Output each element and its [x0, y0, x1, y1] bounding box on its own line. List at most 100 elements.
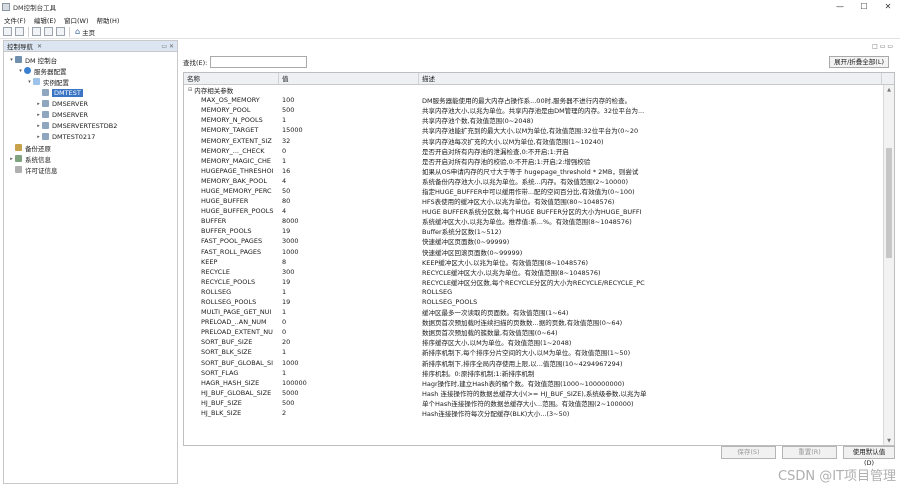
- cell-value[interactable]: 100: [279, 96, 419, 104]
- table-row[interactable]: SORT_FLAG 1 排序机制。0:原排序机制;1:新排序机制: [184, 368, 894, 378]
- table-row[interactable]: RECYCLE_POOLS 19 RECYCLE缓冲区分区数,每个RECYCLE分区…: [184, 277, 894, 287]
- table-row[interactable]: FAST_ROLL_PAGES 1000 快速缓冲区回滚页面数(0~99999): [184, 247, 894, 257]
- chevron-right-icon[interactable]: ▸: [35, 134, 42, 140]
- table-row[interactable]: SORT_BUF_GLOBAL_SI 1000 新排序机制下,排序全局内存使用上限,…: [184, 358, 894, 368]
- tree-item-dmtest0217[interactable]: ▸ DMTEST0217: [4, 131, 177, 142]
- table-row[interactable]: HJ_BLK_SIZE 2 Hash连接操作符每次分配缓存(BLK)大小...(3~…: [184, 408, 894, 418]
- table-row[interactable]: MEMORY_MAGIC_CHE 1 是否开启对所有内存池的校验,0:不开启;1:开…: [184, 156, 894, 166]
- cell-value[interactable]: 16: [279, 167, 419, 175]
- tree-item-dmservertestdb2[interactable]: ▸ DMSERVERTESTDB2: [4, 120, 177, 131]
- column-header-value[interactable]: 值: [279, 73, 419, 84]
- table-row[interactable]: ROLLSEG_POOLS 19 ROLLSEG_POOLS: [184, 297, 894, 307]
- chevron-right-icon[interactable]: ▸: [35, 123, 42, 129]
- tree-item-backup[interactable]: 备份还原: [4, 142, 177, 153]
- tree-item-sysinfo[interactable]: ▸ 系统信息: [4, 153, 177, 164]
- cell-value[interactable]: 8000: [279, 217, 419, 225]
- table-row[interactable]: HUGEPAGE_THRESHOI 16 如果从OS申请内存的尺寸大于等于 huge…: [184, 166, 894, 176]
- collapse-icon[interactable]: ⊟: [188, 87, 192, 93]
- table-row[interactable]: PRELOAD_..AN_NUM 0 数据页首次预加载时连续扫描的页数数...据的页…: [184, 317, 894, 327]
- cell-value[interactable]: 19: [279, 298, 419, 306]
- scroll-up-icon[interactable]: ▲: [884, 85, 894, 95]
- table-row[interactable]: HJ_BUF_SIZE 500 单个Hash连接操作符的数据总缓存大小...范围。有…: [184, 398, 894, 408]
- cell-value[interactable]: 1: [279, 157, 419, 165]
- tree-item-dmserver[interactable]: ▸ DMSERVER: [4, 98, 177, 109]
- table-row[interactable]: SORT_BLK_SIZE 1 新排序机制下,每个排序分片空间的大小,以M为单位。有…: [184, 347, 894, 357]
- table-row[interactable]: HAGR_HASH_SIZE 100000 Hagr操作时,建立Hash表的桶个数。…: [184, 378, 894, 388]
- save-all-icon[interactable]: [15, 27, 24, 36]
- search-input[interactable]: [210, 55, 308, 68]
- cell-value[interactable]: 1: [279, 116, 419, 124]
- cell-value[interactable]: 500: [279, 106, 419, 114]
- table-row[interactable]: HUGE_BUFFER_POOLS 4 HUGE BUFFER系统分区数,每个HUG…: [184, 206, 894, 216]
- cell-value[interactable]: 80: [279, 197, 419, 205]
- chevron-right-icon[interactable]: ▸: [35, 112, 42, 118]
- use-default-button[interactable]: 使用默认值(D): [843, 446, 895, 467]
- cell-value[interactable]: 1: [279, 369, 419, 377]
- save-button[interactable]: 保存(S): [721, 446, 776, 459]
- table-row[interactable]: BUFFER 8000 系统缓冲区大小,以兆为单位。推荐值:系...%。有效值范围(…: [184, 216, 894, 226]
- cell-value[interactable]: 32: [279, 137, 419, 145]
- save-icon[interactable]: [3, 27, 12, 36]
- cell-value[interactable]: 2: [279, 409, 419, 417]
- cell-value[interactable]: 1: [279, 348, 419, 356]
- home-icon[interactable]: ⌂: [75, 27, 80, 36]
- cell-value[interactable]: 1: [279, 308, 419, 316]
- back-icon[interactable]: [32, 27, 41, 36]
- cell-value[interactable]: 3000: [279, 237, 419, 245]
- cell-value[interactable]: 300: [279, 268, 419, 276]
- cell-value[interactable]: 50: [279, 187, 419, 195]
- table-row[interactable]: PRELOAD_EXTENT_NU 0 数据页首次预加载的簇数量,有效值范围(0~6…: [184, 327, 894, 337]
- column-header-description[interactable]: 描述: [419, 73, 882, 84]
- cell-value[interactable]: 19: [279, 227, 419, 235]
- cell-value[interactable]: 100000: [279, 379, 419, 387]
- table-row[interactable]: MAX_OS_MEMORY 100 DM服务器能使用的最大内存占操作系...00时,…: [184, 95, 894, 105]
- table-row[interactable]: MEMORY_BAK_POOL 4 系统备份内存池大小,以兆为单位。系统...内存。…: [184, 176, 894, 186]
- cell-value[interactable]: 500: [279, 399, 419, 407]
- maximize-button[interactable]: ☐: [852, 0, 876, 14]
- scroll-thumb[interactable]: [886, 148, 892, 258]
- cell-value[interactable]: 4: [279, 177, 419, 185]
- tab-navigation[interactable]: 控制导航 ✕ ▭ ✕: [4, 41, 177, 52]
- cell-value[interactable]: 1: [279, 288, 419, 296]
- cell-value[interactable]: 4: [279, 207, 419, 215]
- cell-value[interactable]: 0: [279, 147, 419, 155]
- table-row[interactable]: RECYCLE 300 RECYCLE缓冲区大小,以兆为单位。有效值范围(8~104…: [184, 267, 894, 277]
- cell-value[interactable]: 1000: [279, 248, 419, 256]
- group-row[interactable]: ⊟ 内存相关参数: [184, 85, 894, 95]
- chevron-down-icon[interactable]: ▾: [17, 68, 24, 74]
- table-row[interactable]: HUGE_MEMORY_PERC 50 指定HUGE_BUFFER中可以缓用作带..…: [184, 186, 894, 196]
- table-row[interactable]: MEMORY_N_POOLS 1 共享内存池个数,有效值范围(0~2048): [184, 115, 894, 125]
- cell-value[interactable]: 8: [279, 258, 419, 266]
- table-row[interactable]: FAST_POOL_PAGES 3000 快速缓冲区页面数(0~99999): [184, 236, 894, 246]
- table-row[interactable]: HUGE_BUFFER 80 HFS表使用的缓冲区大小,以兆为单位。有效值范围(80…: [184, 196, 894, 206]
- tree-item-license[interactable]: 许可证信息: [4, 164, 177, 175]
- table-row[interactable]: BUFFER_POOLS 19 Buffer系统分区数(1~512): [184, 226, 894, 236]
- vertical-scrollbar[interactable]: ▲ ▼: [883, 85, 894, 445]
- expand-collapse-button[interactable]: 展开/折叠全部(L): [829, 55, 889, 68]
- history-icon[interactable]: [56, 27, 65, 36]
- chevron-right-icon[interactable]: ▸: [8, 156, 15, 162]
- tree-item-dmserver2[interactable]: ▸ DMSERVER: [4, 109, 177, 120]
- table-row[interactable]: SORT_BUF_SIZE 20 排序缓存区大小,以M为单位。有效值范围(1~204…: [184, 337, 894, 347]
- table-row[interactable]: HJ_BUF_GLOBAL_SIZE 5000 Hash 连接操作符的数据总缓存大小…: [184, 388, 894, 398]
- chevron-down-icon[interactable]: ▾: [8, 57, 15, 63]
- editor-controls[interactable]: □ ▭ ▭: [872, 43, 893, 50]
- table-row[interactable]: KEEP 8 KEEP缓冲区大小,以兆为单位。有效值范围(8~1048576): [184, 257, 894, 267]
- chevron-right-icon[interactable]: ▸: [35, 101, 42, 107]
- menu-edit[interactable]: 编辑(E): [34, 15, 56, 25]
- table-row[interactable]: MEMORY_TARGET 15000 共享内存池能扩充到的最大大小,以M为单位,有…: [184, 125, 894, 135]
- tree-item-root[interactable]: ▾ DM 控制台: [4, 54, 177, 65]
- tree-item-instance-config[interactable]: ▾ 实例配置: [4, 76, 177, 87]
- cell-value[interactable]: 1000: [279, 359, 419, 367]
- table-row[interactable]: MULTI_PAGE_GET_NUI 1 缓冲区最多一次读取的页面数。有效值范围(1…: [184, 307, 894, 317]
- cell-value[interactable]: 15000: [279, 126, 419, 134]
- table-row[interactable]: MEMORY_..._CHECK 0 是否开启对所有内存池的泄漏检查,0:不开启;1…: [184, 146, 894, 156]
- tree-item-dmtest[interactable]: DMTEST: [4, 87, 177, 98]
- minimize-button[interactable]: —: [828, 0, 852, 14]
- tree-item-server-config[interactable]: ▾ 服务器配置: [4, 65, 177, 76]
- cell-value[interactable]: 20: [279, 338, 419, 346]
- menu-file[interactable]: 文件(F): [4, 15, 26, 25]
- panel-controls[interactable]: ▭ ✕: [161, 43, 174, 50]
- close-button[interactable]: ✕: [876, 0, 900, 14]
- chevron-down-icon[interactable]: ▾: [26, 79, 33, 85]
